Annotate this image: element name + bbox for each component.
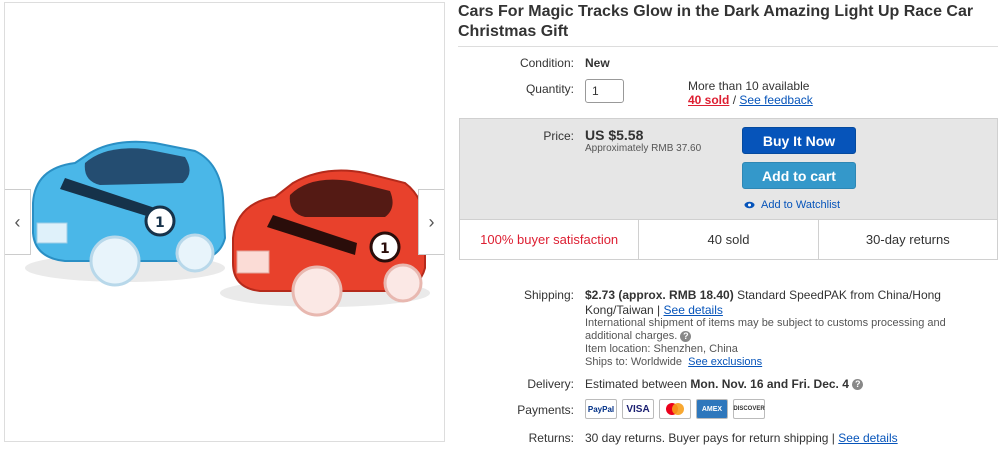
amex-icon: AMEX — [696, 399, 728, 419]
availability-text: More than 10 available — [688, 79, 810, 93]
condition-value: New — [585, 56, 610, 70]
chevron-left-icon: ‹ — [14, 211, 21, 232]
returns-see-details-link[interactable]: See details — [838, 431, 897, 445]
product-image-panel[interactable]: 1 1 ‹ › — [4, 2, 445, 442]
see-feedback-link[interactable]: See feedback — [739, 93, 812, 107]
returns-stat: 30-day returns — [865, 232, 950, 247]
divider — [458, 46, 998, 47]
paypal-icon: PayPal — [585, 399, 617, 419]
eye-icon — [744, 201, 755, 209]
price-label: Price: — [543, 129, 574, 143]
shipping-note: International shipment of items may be s… — [585, 317, 985, 343]
sold-feedback-line: 40 sold / See feedback — [688, 93, 813, 107]
item-location-value: Shenzhen, China — [653, 343, 738, 355]
watchlist-label: Add to Watchlist — [761, 199, 841, 211]
product-title: Cars For Magic Tracks Glow in the Dark A… — [458, 3, 974, 40]
delivery-info: Estimated between Mon. Nov. 16 and Fri. … — [585, 377, 864, 391]
product-image: 1 1 — [25, 140, 430, 317]
price-value: US $5.58 — [585, 127, 644, 143]
discover-icon: DISCOVER — [733, 399, 765, 419]
delivery-range: Mon. Nov. 16 and Fri. Dec. 4 — [690, 377, 849, 391]
payment-methods: PayPal VISA AMEX DISCOVER — [585, 399, 765, 419]
price-approx: Approximately RMB 37.60 — [585, 143, 702, 154]
item-location-line: Item location: Shenzhen, China — [585, 343, 738, 355]
shipping-label: Shipping: — [523, 288, 574, 302]
add-to-cart-button[interactable]: Add to cart — [742, 162, 856, 189]
sold-count-link[interactable]: 40 sold — [688, 93, 729, 107]
quantity-input[interactable] — [585, 79, 624, 103]
item-location-label: Item location: — [585, 343, 651, 355]
ships-to-line: Ships to: Worldwide See exclusions — [585, 356, 762, 368]
previous-image-button[interactable]: ‹ — [5, 189, 31, 255]
buyer-satisfaction-stat: 100% buyer satisfaction — [460, 220, 640, 259]
payments-label: Payments: — [517, 403, 574, 417]
returns-label: Returns: — [528, 431, 574, 445]
svg-text:1: 1 — [155, 215, 165, 231]
next-image-button[interactable]: › — [418, 189, 444, 255]
ships-to-label: Ships to: — [585, 356, 628, 368]
shipping-info: $2.73 (approx. RMB 18.40) Standard Speed… — [585, 288, 941, 317]
customs-note: International shipment of items may be s… — [585, 317, 946, 342]
see-exclusions-link[interactable]: See exclusions — [688, 356, 762, 368]
returns-text: 30 day returns. Buyer pays for return sh… — [585, 431, 835, 445]
ships-to-value: Worldwide — [630, 356, 683, 368]
add-to-watchlist-link[interactable]: Add to Watchlist — [744, 199, 840, 211]
mastercard-icon — [659, 399, 691, 419]
blue-car-image: 1 — [25, 140, 227, 287]
info-icon[interactable]: ? — [852, 379, 864, 391]
info-icon[interactable]: ? — [680, 330, 692, 342]
visa-icon: VISA — [622, 399, 654, 419]
svg-text:1: 1 — [380, 241, 390, 257]
shipping-price: $2.73 (approx. RMB 18.40) — [585, 288, 734, 302]
buy-it-now-button[interactable]: Buy It Now — [742, 127, 856, 154]
condition-label: Condition: — [519, 56, 574, 70]
returns-info: 30 day returns. Buyer pays for return sh… — [585, 431, 898, 445]
shipping-see-details-link[interactable]: See details — [664, 303, 723, 317]
delivery-label: Delivery: — [527, 377, 574, 391]
separator: / — [732, 93, 737, 107]
seller-stats-row: 100% buyer satisfaction 40 sold 30-day r… — [459, 219, 998, 260]
sold-stat: 40 sold — [639, 220, 819, 259]
delivery-prefix: Estimated between — [585, 377, 688, 391]
quantity-label: Quantity: — [525, 82, 574, 96]
red-car-image: 1 — [220, 169, 430, 317]
chevron-right-icon: › — [428, 211, 435, 232]
